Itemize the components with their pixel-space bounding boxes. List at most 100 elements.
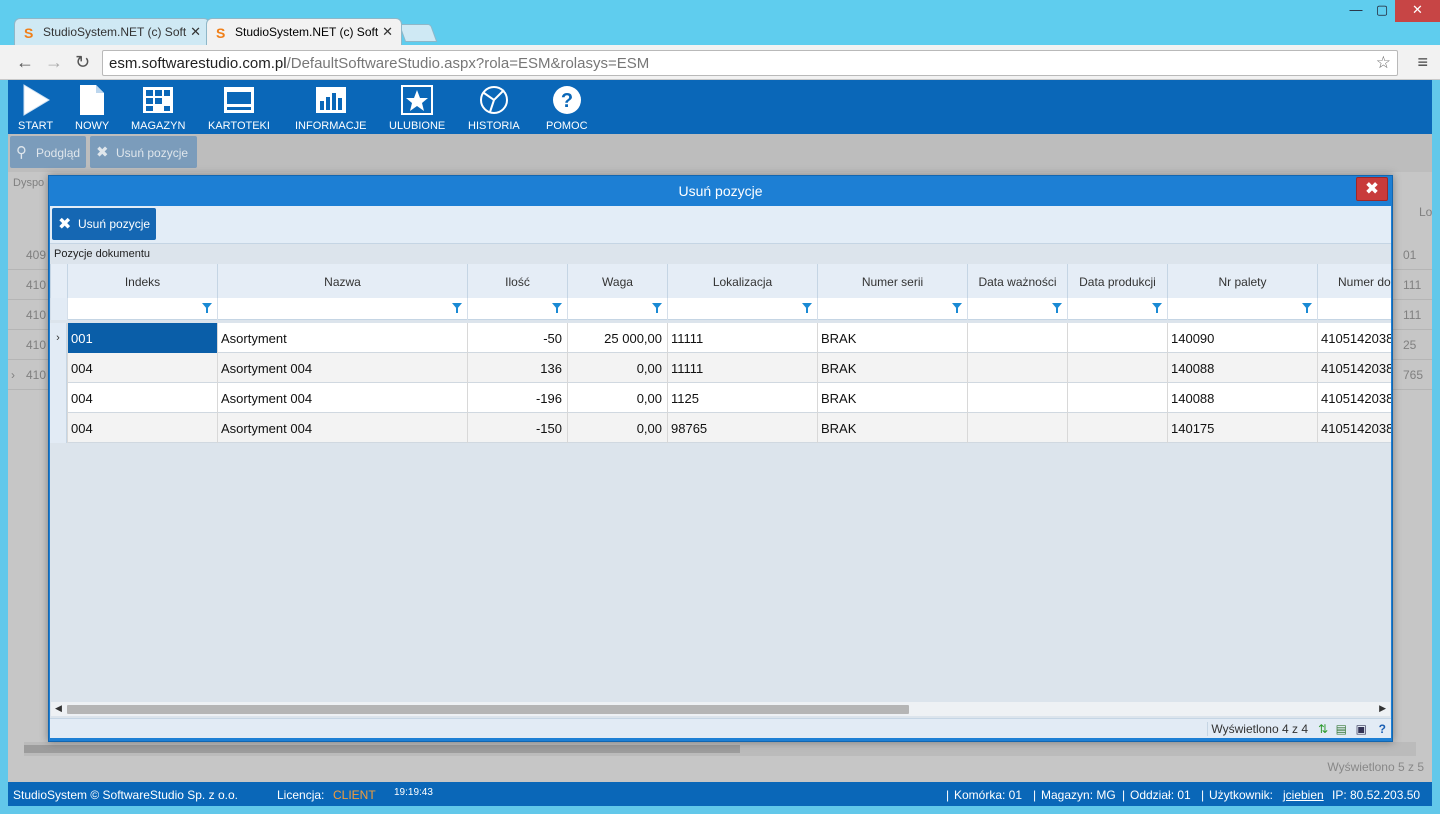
cell-lokalizacja[interactable]: 1125 [667,383,817,413]
forward-arrow-icon[interactable]: → [45,52,63,73]
cell-numer-serii[interactable]: BRAK [817,383,967,413]
cell-ilosc[interactable]: -196 [467,383,567,413]
nav-kartoteki[interactable]: KARTOTEKI [208,84,270,132]
table-row[interactable]: 004 Asortyment 004 -150 0,00 98765 BRAK … [50,413,1391,443]
col-header-ilosc[interactable]: Ilość [467,264,567,298]
nav-pomoc[interactable]: ? POMOC [546,84,588,132]
nav-informacje[interactable]: INFORMACJE [295,84,367,132]
cell-data-produkcji[interactable] [1067,383,1167,413]
col-header-lokalizacja[interactable]: Lokalizacja [667,264,817,298]
cell-ilosc[interactable]: -150 [467,413,567,443]
cell-indeks[interactable]: 004 [67,353,217,383]
cell-ilosc[interactable]: 136 [467,353,567,383]
window-close-icon[interactable]: ✕ [1395,0,1440,22]
nav-nowy[interactable]: NOWY [75,84,109,132]
cell-numer-do[interactable]: 4105142038 [1317,383,1391,413]
maximize-icon[interactable]: ▢ [1369,0,1395,22]
col-header-data-produkcji[interactable]: Data produkcji [1067,264,1167,298]
cell-indeks[interactable]: 004 [67,383,217,413]
col-header-data-waznosci[interactable]: Data ważności [967,264,1067,298]
filter-cell[interactable] [1317,298,1391,320]
nav-ulubione[interactable]: ULUBIONE [389,84,445,132]
filter-funnel-icon[interactable] [1052,303,1062,313]
table-row[interactable]: 004 Asortyment 004 136 0,00 11111 BRAK 1… [50,353,1391,383]
refresh-icon[interactable]: ⇅ [1318,722,1328,736]
filter-funnel-icon[interactable] [452,303,462,313]
cell-nr-palety[interactable]: 140088 [1167,383,1317,413]
col-header-nr-palety[interactable]: Nr palety [1167,264,1317,298]
cell-numer-do[interactable]: 4105142038 [1317,353,1391,383]
export-icon[interactable]: ▤ [1336,722,1347,736]
filter-cell[interactable] [967,298,1067,320]
nav-magazyn[interactable]: MAGAZYN [131,84,185,132]
filter-cell[interactable] [67,298,217,320]
cell-indeks[interactable]: 004 [67,413,217,443]
horizontal-scrollbar[interactable]: ◀ ▶ [51,702,1390,716]
filter-funnel-icon[interactable] [952,303,962,313]
cell-numer-do[interactable]: 4105142038 [1317,413,1391,443]
remove-items-button[interactable]: ✖ Usuń pozycje [90,136,197,168]
cell-nazwa[interactable]: Asortyment [217,323,467,353]
dialog-remove-button[interactable]: ✖ Usuń pozycje [52,208,157,240]
cell-waga[interactable]: 0,00 [567,413,667,443]
help-icon[interactable]: ? [1379,722,1386,736]
filter-cell[interactable] [667,298,817,320]
cell-ilosc[interactable]: -50 [467,323,567,353]
settings-grid-icon[interactable]: ▣ [1356,722,1367,736]
reload-icon[interactable]: ↻ [75,52,90,73]
cell-waga[interactable]: 0,00 [567,353,667,383]
bookmark-star-icon[interactable]: ☆ [1376,53,1391,73]
cell-data-waznosci[interactable] [967,353,1067,383]
tab-close-icon[interactable]: ✕ [382,24,393,40]
cell-lokalizacja[interactable]: 11111 [667,353,817,383]
user-link[interactable]: jciebien [1283,788,1324,802]
browser-tab-1[interactable]: S StudioSystem.NET (c) Soft ✕ [14,18,210,45]
nav-historia[interactable]: HISTORIA [468,84,520,132]
back-arrow-icon[interactable]: ← [16,52,34,73]
filter-funnel-icon[interactable] [802,303,812,313]
filter-funnel-icon[interactable] [1302,303,1312,313]
filter-cell[interactable] [217,298,467,320]
col-header-indeks[interactable]: Indeks [67,264,217,298]
filter-cell[interactable] [1167,298,1317,320]
cell-data-produkcji[interactable] [1067,323,1167,353]
cell-data-waznosci[interactable] [967,323,1067,353]
col-header-numer-serii[interactable]: Numer serii [817,264,967,298]
cell-data-produkcji[interactable] [1067,353,1167,383]
cell-numer-serii[interactable]: BRAK [817,413,967,443]
col-header-numer-do[interactable]: Numer do [1317,264,1391,298]
cell-lokalizacja[interactable]: 11111 [667,323,817,353]
bg-horizontal-scrollbar[interactable] [24,742,1416,756]
cell-lokalizacja[interactable]: 98765 [667,413,817,443]
scroll-right-icon[interactable]: ▶ [1379,703,1386,714]
filter-funnel-icon[interactable] [552,303,562,313]
scroll-thumb[interactable] [67,705,909,714]
filter-cell[interactable] [567,298,667,320]
cell-nr-palety[interactable]: 140090 [1167,323,1317,353]
filter-cell[interactable] [817,298,967,320]
cell-nazwa[interactable]: Asortyment 004 [217,353,467,383]
cell-numer-do[interactable]: 4105142038 [1317,323,1391,353]
table-row[interactable]: › 001 Asortyment -50 25 000,00 11111 BRA… [50,323,1391,353]
dialog-close-button[interactable]: ✖ [1356,177,1388,201]
filter-funnel-icon[interactable] [652,303,662,313]
preview-button[interactable]: ⚲ Podgląd [10,136,86,168]
browser-tab-2[interactable]: S StudioSystem.NET (c) Soft ✕ [206,18,402,45]
scroll-left-icon[interactable]: ◀ [55,703,62,714]
minimize-icon[interactable]: — [1343,0,1369,22]
cell-waga[interactable]: 25 000,00 [567,323,667,353]
scroll-thumb[interactable] [24,745,740,753]
cell-indeks[interactable]: 001 [67,323,217,353]
cell-data-waznosci[interactable] [967,383,1067,413]
nav-start[interactable]: START [18,84,53,132]
col-header-waga[interactable]: Waga [567,264,667,298]
cell-data-produkcji[interactable] [1067,413,1167,443]
filter-funnel-icon[interactable] [1152,303,1162,313]
cell-data-waznosci[interactable] [967,413,1067,443]
tab-close-icon[interactable]: ✕ [190,24,201,40]
cell-nr-palety[interactable]: 140088 [1167,353,1317,383]
cell-nr-palety[interactable]: 140175 [1167,413,1317,443]
filter-cell[interactable] [467,298,567,320]
new-tab-button[interactable] [398,24,438,42]
cell-nazwa[interactable]: Asortyment 004 [217,383,467,413]
